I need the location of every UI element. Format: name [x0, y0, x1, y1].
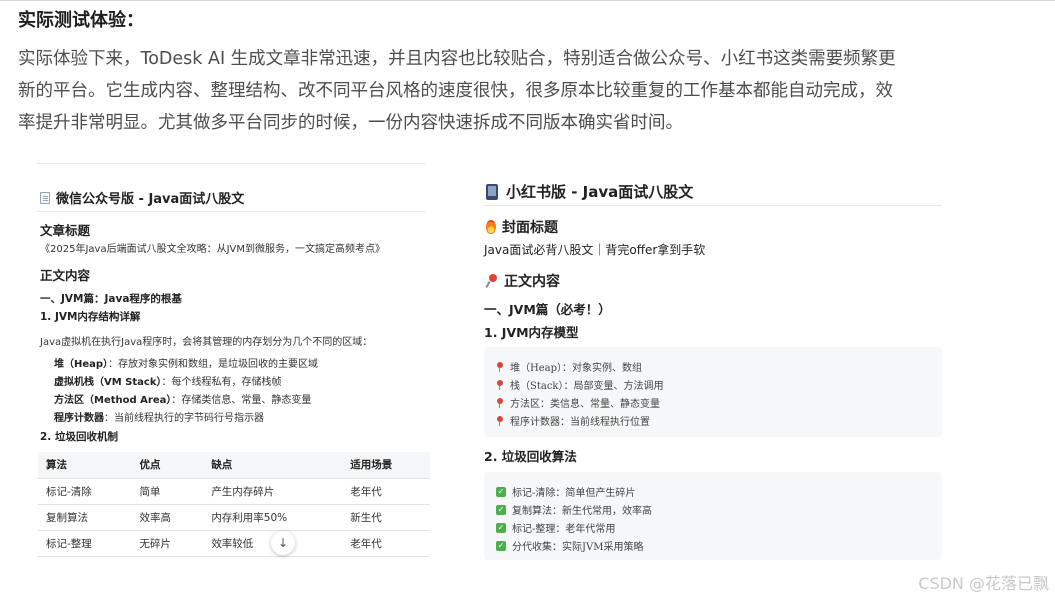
table-row: 标记-整理 无碎片 效率较低 老年代 — [38, 530, 430, 557]
pin-icon — [496, 379, 504, 390]
divider — [36, 211, 426, 212]
memory-item: 方法区（Method Area）：存储类信息、常量、静态变量 — [54, 395, 312, 406]
xiaohongshu-version-card: 小红书版 - Java面试八股文 封面标题 Java面试必背八股文｜背完offe… — [480, 165, 946, 565]
document-icon — [40, 191, 50, 204]
table-row: 标记-清除 简单 产生内存碎片 老年代 — [38, 478, 430, 505]
list-item: ✓ 标记-整理：老年代常用 — [496, 522, 616, 535]
cover-title-label: 封面标题 — [486, 217, 558, 237]
article-title: 《2025年Java后端面试八股文全攻略：从JVM到微服务，一文搞定高频考点》 — [40, 244, 385, 255]
table-cell: 简单 — [131, 478, 204, 505]
list-item: ✓ 分代收集：实际JVM采用策略 — [496, 540, 644, 553]
intro-line: 新的平台。它生成内容、整理结构、改不同平台风格的速度很快，很多原本比较重复的工作… — [18, 81, 893, 101]
body-label: 正文内容 — [486, 271, 560, 291]
divider — [484, 205, 942, 206]
memory-item: 虚拟机栈（VM Stack）：每个线程私有，存储栈帧 — [54, 377, 282, 388]
table-cell: 老年代 — [342, 478, 430, 505]
section-intro: Java虚拟机在执行Java程序时，会将其管理的内存划分为几个不同的区域： — [40, 337, 373, 348]
memory-list-box: 堆（Heap）：对象实例、数组 栈（Stack）：局部变量、方法调用 方法区：类… — [484, 347, 942, 437]
watermark: CSDN @花落已飘 — [918, 574, 1049, 593]
pushpin-icon — [486, 274, 498, 288]
table-cell: 复制算法 — [38, 504, 132, 531]
intro-paragraph: 实际体验下来，ToDesk AI 生成文章非常迅速，并且内容也比较贴合，特别适合… — [18, 43, 1043, 139]
gc-comparison-table: 算法 优点 缺点 适用场景 标记-清除 简单 产生内存碎片 老年代 复制算法 效… — [38, 452, 430, 557]
arrow-down-icon: ↓ — [277, 536, 289, 550]
list-item: 堆（Heap）：对象实例、数组 — [496, 359, 642, 374]
xhs-card-title: 小红书版 - Java面试八股文 — [486, 181, 693, 202]
wechat-version-card: 微信公众号版 - Java面试八股文 文章标题 《2025年Java后端面试八股… — [28, 163, 434, 563]
article-title-label: 文章标题 — [40, 223, 91, 238]
table-cell: 内存利用率50% — [203, 504, 343, 531]
body-label: 正文内容 — [40, 268, 91, 283]
table-cell: 效率高 — [131, 504, 204, 531]
table-cell: 产生内存碎片 — [203, 478, 343, 505]
section-heading-jvm-memory: 1. JVM内存结构详解 — [40, 311, 141, 323]
table-cell: 无碎片 — [131, 530, 204, 557]
section-heading-jvm-memory: 1. JVM内存模型 — [484, 325, 579, 340]
table-header-row: 算法 优点 缺点 适用场景 — [38, 452, 430, 479]
list-item: 程序计数器：当前线程执行位置 — [496, 413, 650, 428]
checkmark-icon: ✓ — [496, 540, 506, 551]
table-cell: 新生代 — [342, 504, 430, 531]
table-header-cell: 适用场景 — [342, 452, 430, 479]
table-header-cell: 缺点 — [203, 452, 343, 479]
intro-line: 率提升非常明显。尤其做多平台同步的时候，一份内容快速拆成不同版本确实省时间。 — [18, 113, 683, 133]
section-heading-gc: 2. 垃圾回收机制 — [40, 431, 118, 443]
wechat-card-title-text: 微信公众号版 - Java面试八股文 — [56, 192, 245, 207]
phone-icon — [486, 183, 498, 200]
table-cell: 老年代 — [342, 530, 430, 557]
top-divider — [0, 0, 1055, 1]
section-heading: 实际测试体验： — [18, 10, 144, 31]
section-heading-gc: 2. 垃圾回收算法 — [484, 449, 577, 464]
intro-line: 实际体验下来，ToDesk AI 生成文章非常迅速，并且内容也比较贴合，特别适合… — [18, 49, 896, 69]
xhs-card-title-text: 小红书版 - Java面试八股文 — [506, 183, 694, 201]
part-heading: 一、JVM篇：Java程序的根基 — [40, 293, 182, 305]
divider — [36, 163, 426, 164]
pin-icon — [496, 397, 504, 408]
table-row: 复制算法 效率高 内存利用率50% 新生代 — [38, 504, 430, 531]
part-heading: 一、JVM篇（必考！） — [484, 302, 611, 317]
list-item: ✓ 复制算法：新生代常用，效率高 — [496, 504, 652, 517]
table-header-cell: 算法 — [38, 452, 132, 479]
cover-title: Java面试必背八股文｜背完offer拿到手软 — [484, 243, 706, 257]
gc-list-box: ✓ 标记-清除：简单但产生碎片 ✓ 复制算法：新生代常用，效率高 ✓ 标记-整理：老年… — [484, 472, 942, 560]
list-item: 栈（Stack）：局部变量、方法调用 — [496, 377, 664, 392]
checkmark-icon: ✓ — [496, 504, 506, 515]
list-item: ✓ 标记-清除：简单但产生碎片 — [496, 486, 636, 499]
fire-icon — [486, 220, 496, 234]
list-item: 方法区：类信息、常量、静态变量 — [496, 395, 660, 410]
table-header-cell: 优点 — [131, 452, 204, 479]
pin-icon — [496, 415, 504, 426]
wechat-card-title: 微信公众号版 - Java面试八股文 — [40, 188, 244, 207]
memory-item: 堆（Heap）：存放对象实例和数组，是垃圾回收的主要区域 — [54, 359, 319, 370]
table-cell: 标记-整理 — [38, 530, 132, 557]
table-cell: 标记-清除 — [38, 478, 132, 505]
memory-item: 程序计数器：当前线程执行的字节码行号指示器 — [54, 413, 264, 424]
checkmark-icon: ✓ — [496, 522, 506, 533]
pin-icon — [496, 361, 504, 372]
scroll-down-button[interactable]: ↓ — [271, 531, 295, 555]
checkmark-icon: ✓ — [496, 486, 506, 497]
